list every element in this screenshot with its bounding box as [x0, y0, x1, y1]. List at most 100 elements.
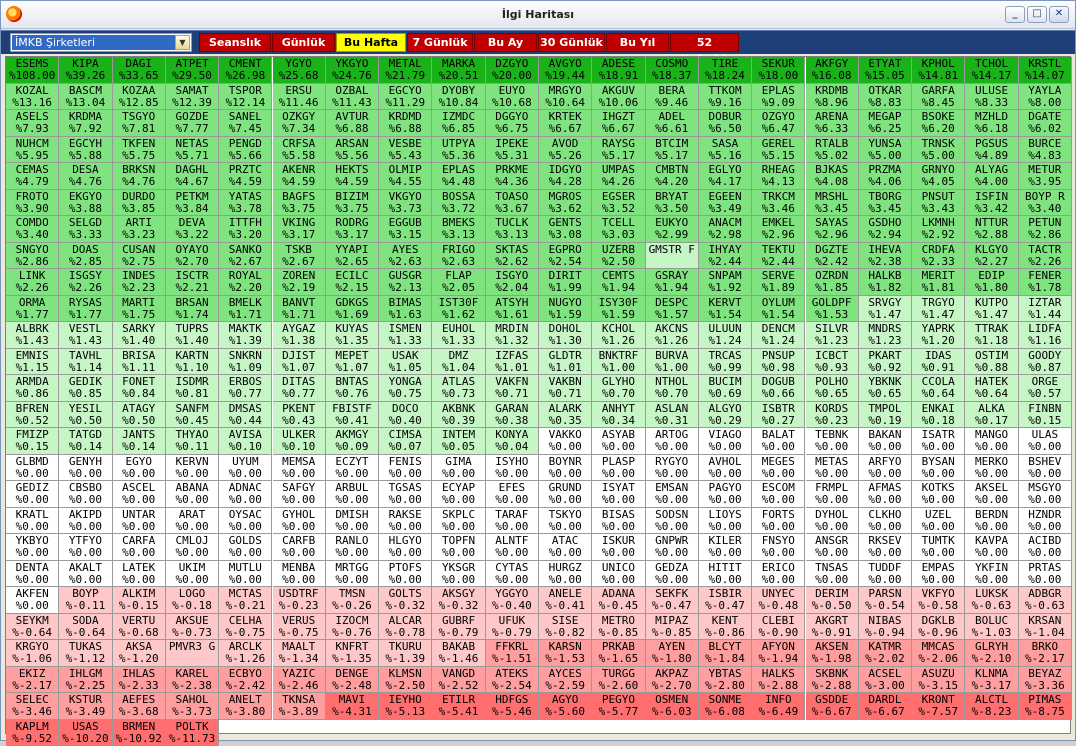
stock-cell[interactable]: EGLYO%4.17	[699, 163, 752, 190]
stock-cell[interactable]: PAGYO%0.00	[699, 481, 752, 508]
stock-cell[interactable]: GLRYH%-2.10	[965, 640, 1018, 667]
stock-cell[interactable]: ERICO%0.00	[752, 561, 805, 588]
stock-cell[interactable]: TOASO%3.67	[486, 190, 539, 217]
stock-cell[interactable]: SAMAT%12.39	[166, 84, 219, 111]
stock-cell[interactable]: DOGUB%0.66	[752, 375, 805, 402]
stock-cell[interactable]: HALKS%-2.88	[752, 667, 805, 694]
stock-cell[interactable]: AKGUV%10.06	[592, 84, 645, 111]
stock-cell[interactable]: DITAS%0.77	[273, 375, 326, 402]
tab-bu-ay[interactable]: Bu Ay	[474, 33, 537, 52]
stock-cell[interactable]: CMBTN%4.20	[646, 163, 699, 190]
stock-cell[interactable]: ISBTR%0.27	[752, 402, 805, 429]
stock-cell[interactable]: DMISH%0.00	[326, 508, 379, 535]
stock-cell[interactable]: PRKME%4.36	[486, 163, 539, 190]
stock-cell[interactable]: ISGYO%2.04	[486, 269, 539, 296]
stock-cell[interactable]: TRCAS%0.99	[699, 349, 752, 376]
stock-cell[interactable]: AKMGY%0.09	[326, 428, 379, 455]
stock-cell[interactable]: KNFRT%-1.35	[326, 640, 379, 667]
stock-cell[interactable]: UZERB%2.50	[592, 243, 645, 270]
stock-cell[interactable]: UKIM%0.00	[166, 561, 219, 588]
stock-cell[interactable]: IDGYO%4.28	[539, 163, 592, 190]
stock-cell[interactable]: YONGA%0.75	[379, 375, 432, 402]
stock-cell[interactable]: ATAGY%0.50	[113, 402, 166, 429]
stock-cell[interactable]: CRFSA%5.58	[273, 137, 326, 164]
stock-cell[interactable]: CMENT%26.98	[219, 57, 272, 84]
stock-cell[interactable]: DENTA%0.00	[6, 561, 59, 588]
stock-cell[interactable]: VAKKO%0.00	[539, 428, 592, 455]
stock-cell[interactable]: ABANA%0.00	[166, 481, 219, 508]
stock-cell[interactable]: GSDHO%2.94	[859, 216, 912, 243]
stock-cell[interactable]: FBISTF%0.41	[326, 402, 379, 429]
stock-cell[interactable]: CLKHO%0.00	[859, 508, 912, 535]
stock-cell[interactable]: BALAT%0.00	[752, 428, 805, 455]
stock-cell[interactable]: IHGZT%6.67	[592, 110, 645, 137]
stock-cell[interactable]: ULAS%0.00	[1019, 428, 1072, 455]
stock-cell[interactable]: ISBIR%-0.47	[699, 587, 752, 614]
stock-cell[interactable]: EGCYH%5.88	[59, 137, 112, 164]
stock-cell[interactable]: BURCE%4.83	[1019, 137, 1072, 164]
stock-cell[interactable]: MAVI%-4.31	[326, 693, 379, 720]
title-bar[interactable]: İlgi Haritası _ □ ✕	[1, 1, 1075, 29]
stock-cell[interactable]: EMPAS%0.00	[912, 561, 965, 588]
stock-cell[interactable]: SANEL%7.45	[219, 110, 272, 137]
stock-cell[interactable]: AKENR%4.59	[273, 163, 326, 190]
stock-cell[interactable]: NUHCM%5.95	[6, 137, 59, 164]
stock-cell[interactable]: USAK%1.05	[379, 349, 432, 376]
stock-cell[interactable]: IZOCM%-0.76	[326, 614, 379, 641]
stock-cell[interactable]: AGYO%-5.60	[539, 693, 592, 720]
stock-cell[interactable]: SAHOL%-3.73	[166, 693, 219, 720]
stock-cell[interactable]: EUHOL%1.33	[432, 322, 485, 349]
stock-cell[interactable]: NTHOL%0.70	[646, 375, 699, 402]
stock-cell[interactable]: ECILC%2.15	[326, 269, 379, 296]
stock-cell[interactable]: BERA%9.46	[646, 84, 699, 111]
stock-cell[interactable]: BNKTRF%1.00	[592, 349, 645, 376]
stock-cell[interactable]: OSTIM%0.88	[965, 349, 1018, 376]
stock-cell[interactable]: TEKTU%2.44	[752, 243, 805, 270]
stock-cell[interactable]: AVTUR%6.88	[326, 110, 379, 137]
stock-cell[interactable]: KAVPA%0.00	[965, 534, 1018, 561]
stock-cell[interactable]: GOLDS%0.00	[219, 534, 272, 561]
stock-cell[interactable]: MAKTK%1.39	[219, 322, 272, 349]
stock-cell[interactable]: MEMSA%0.00	[273, 455, 326, 482]
stock-cell[interactable]: ULUSE%8.33	[965, 84, 1018, 111]
stock-cell[interactable]: DESA%4.76	[59, 163, 112, 190]
stock-cell[interactable]: ASLAN%0.31	[646, 402, 699, 429]
stock-cell[interactable]: YKFIN%0.00	[965, 561, 1018, 588]
stock-cell[interactable]: UZEL%0.00	[912, 508, 965, 535]
stock-cell[interactable]: UTPYA%5.36	[432, 137, 485, 164]
stock-cell[interactable]: DGATE%6.02	[1019, 110, 1072, 137]
stock-cell[interactable]: MRTGG%0.00	[326, 561, 379, 588]
stock-cell[interactable]: COMDO%3.40	[6, 216, 59, 243]
stock-cell[interactable]: BFREN%0.52	[6, 402, 59, 429]
stock-cell[interactable]: TGSAS%0.00	[379, 481, 432, 508]
stock-cell[interactable]: CCOLA%0.64	[912, 375, 965, 402]
close-button[interactable]: ✕	[1049, 6, 1069, 23]
stock-cell[interactable]: AFYON%-1.94	[752, 640, 805, 667]
stock-cell[interactable]: OSMEN%-6.03	[646, 693, 699, 720]
stock-cell[interactable]: DAGHL%4.67	[166, 163, 219, 190]
stock-cell[interactable]: RHEAG%4.13	[752, 163, 805, 190]
stock-cell[interactable]: DYHOL%0.00	[806, 508, 859, 535]
stock-cell[interactable]: CLEBI%-0.90	[752, 614, 805, 641]
stock-cell[interactable]: ATSYH%1.61	[486, 296, 539, 323]
stock-cell[interactable]: BOYP%-0.11	[59, 587, 112, 614]
stock-cell[interactable]: AVOD%5.26	[539, 137, 592, 164]
stock-cell[interactable]: ARAT%0.00	[166, 508, 219, 535]
stock-cell[interactable]: SARKY%1.40	[113, 322, 166, 349]
stock-cell[interactable]: SERVE%1.89	[752, 269, 805, 296]
stock-cell[interactable]: DMSAS%0.44	[219, 402, 272, 429]
stock-cell[interactable]: SILVR%1.23	[806, 322, 859, 349]
stock-cell[interactable]: MRGYO%10.64	[539, 84, 592, 111]
stock-cell[interactable]: IDAS%0.91	[912, 349, 965, 376]
stock-cell[interactable]: ALBRK%1.43	[6, 322, 59, 349]
stock-cell[interactable]: IHYAY%2.44	[699, 243, 752, 270]
stock-cell[interactable]: SKPLC%0.00	[432, 508, 485, 535]
stock-cell[interactable]: ESCOM%0.00	[752, 481, 805, 508]
stock-cell[interactable]: NIBAS%-0.94	[859, 614, 912, 641]
stock-cell[interactable]: YKBYO%0.00	[6, 534, 59, 561]
stock-cell[interactable]: ANELT%-3.80	[219, 693, 272, 720]
stock-cell[interactable]: RODRG%3.17	[326, 216, 379, 243]
stock-cell[interactable]: MNDRS%1.23	[859, 322, 912, 349]
stock-cell[interactable]: BAKAB%-1.46	[432, 640, 485, 667]
stock-cell[interactable]: PTOFS%0.00	[379, 561, 432, 588]
